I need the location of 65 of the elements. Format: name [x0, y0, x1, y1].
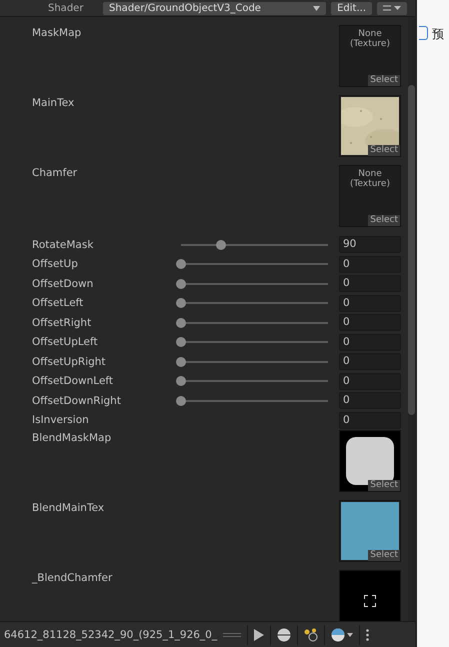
- none-texture-text: None (Texture): [350, 168, 390, 189]
- list-menu-button[interactable]: [377, 2, 407, 14]
- sphere-icon[interactable]: [277, 628, 292, 642]
- drag-handle-icon[interactable]: [223, 632, 242, 638]
- property-label: OffsetUpRight: [32, 356, 107, 368]
- property-label: OffsetUpLeft: [32, 336, 99, 348]
- value-field[interactable]: 0: [339, 275, 401, 292]
- edit-button[interactable]: Edit...: [331, 2, 372, 14]
- value-field[interactable]: 0: [339, 256, 401, 273]
- property-label: RotateMask: [32, 238, 94, 251]
- texture-slot[interactable]: None (Texture) Select: [339, 25, 401, 87]
- slider-thumb[interactable]: [176, 318, 186, 328]
- slider-thumb[interactable]: [176, 356, 186, 367]
- property-label: Chamfer: [32, 166, 78, 179]
- slider-thumb[interactable]: [176, 396, 186, 406]
- select-button[interactable]: Select: [368, 75, 400, 86]
- value-field[interactable]: 0: [339, 353, 401, 370]
- value-field[interactable]: 0: [339, 314, 401, 332]
- property-label: OffsetDownLeft: [32, 375, 114, 388]
- checkbox[interactable]: [419, 26, 428, 40]
- list-icon[interactable]: [383, 4, 401, 12]
- property-label: OffsetLeft: [32, 297, 84, 310]
- texture-slot[interactable]: Select: [339, 500, 401, 562]
- texture-slot[interactable]: None (Texture) Select: [339, 165, 401, 227]
- property-label: MaskMap: [32, 26, 82, 39]
- asset-name: 64612_81128_52342_90_(925_1_926_0_: [4, 628, 218, 640]
- property-label: BlendMainTex: [32, 501, 106, 514]
- slider-thumb[interactable]: [176, 337, 186, 348]
- select-button[interactable]: Select: [368, 480, 400, 491]
- property-label: OffsetDown: [32, 278, 94, 290]
- play-icon[interactable]: [254, 628, 264, 640]
- texture-slot[interactable]: Select: [339, 95, 401, 157]
- select-button[interactable]: Select: [368, 550, 400, 561]
- value-field[interactable]: 0: [339, 294, 401, 312]
- slider-thumb[interactable]: [176, 278, 186, 289]
- shader-dropdown[interactable]: Shader/GroundObjectV3_Code: [103, 2, 326, 14]
- property-label: _BlendChamfer: [32, 571, 114, 584]
- property-label: OffsetRight: [32, 316, 92, 329]
- slider-thumb[interactable]: [176, 376, 186, 386]
- property-label: BlendMaskMap: [32, 431, 112, 444]
- more-icon[interactable]: [366, 628, 370, 640]
- property-label: MainTex: [32, 96, 76, 109]
- value-field[interactable]: 0: [339, 412, 401, 429]
- scrollbar-thumb[interactable]: [408, 85, 415, 415]
- slider-thumb[interactable]: [176, 259, 186, 270]
- value-field[interactable]: 90: [339, 236, 401, 254]
- property-label: OffsetDownRight: [32, 394, 122, 407]
- value-field[interactable]: 0: [339, 392, 401, 410]
- property-label: OffsetUp: [32, 258, 79, 270]
- select-button[interactable]: Select: [368, 145, 400, 156]
- slider-thumb[interactable]: [176, 298, 186, 308]
- caret-icon[interactable]: [313, 6, 320, 10]
- crop-marks-icon: [364, 595, 376, 607]
- value-field[interactable]: 0: [339, 334, 401, 351]
- select-button[interactable]: Select: [368, 215, 400, 226]
- sphere-menu-icon[interactable]: [331, 628, 354, 642]
- none-texture-text: None (Texture): [350, 28, 390, 49]
- lights-icon[interactable]: [304, 628, 318, 642]
- scrollbar[interactable]: [408, 17, 415, 621]
- texture-slot[interactable]: Select: [339, 430, 401, 492]
- property-label: IsInversion: [32, 414, 90, 426]
- shader-label: Shader: [48, 2, 84, 14]
- value-field[interactable]: 0: [339, 372, 401, 390]
- slider-thumb[interactable]: [216, 240, 226, 250]
- side-label: 预: [432, 26, 444, 43]
